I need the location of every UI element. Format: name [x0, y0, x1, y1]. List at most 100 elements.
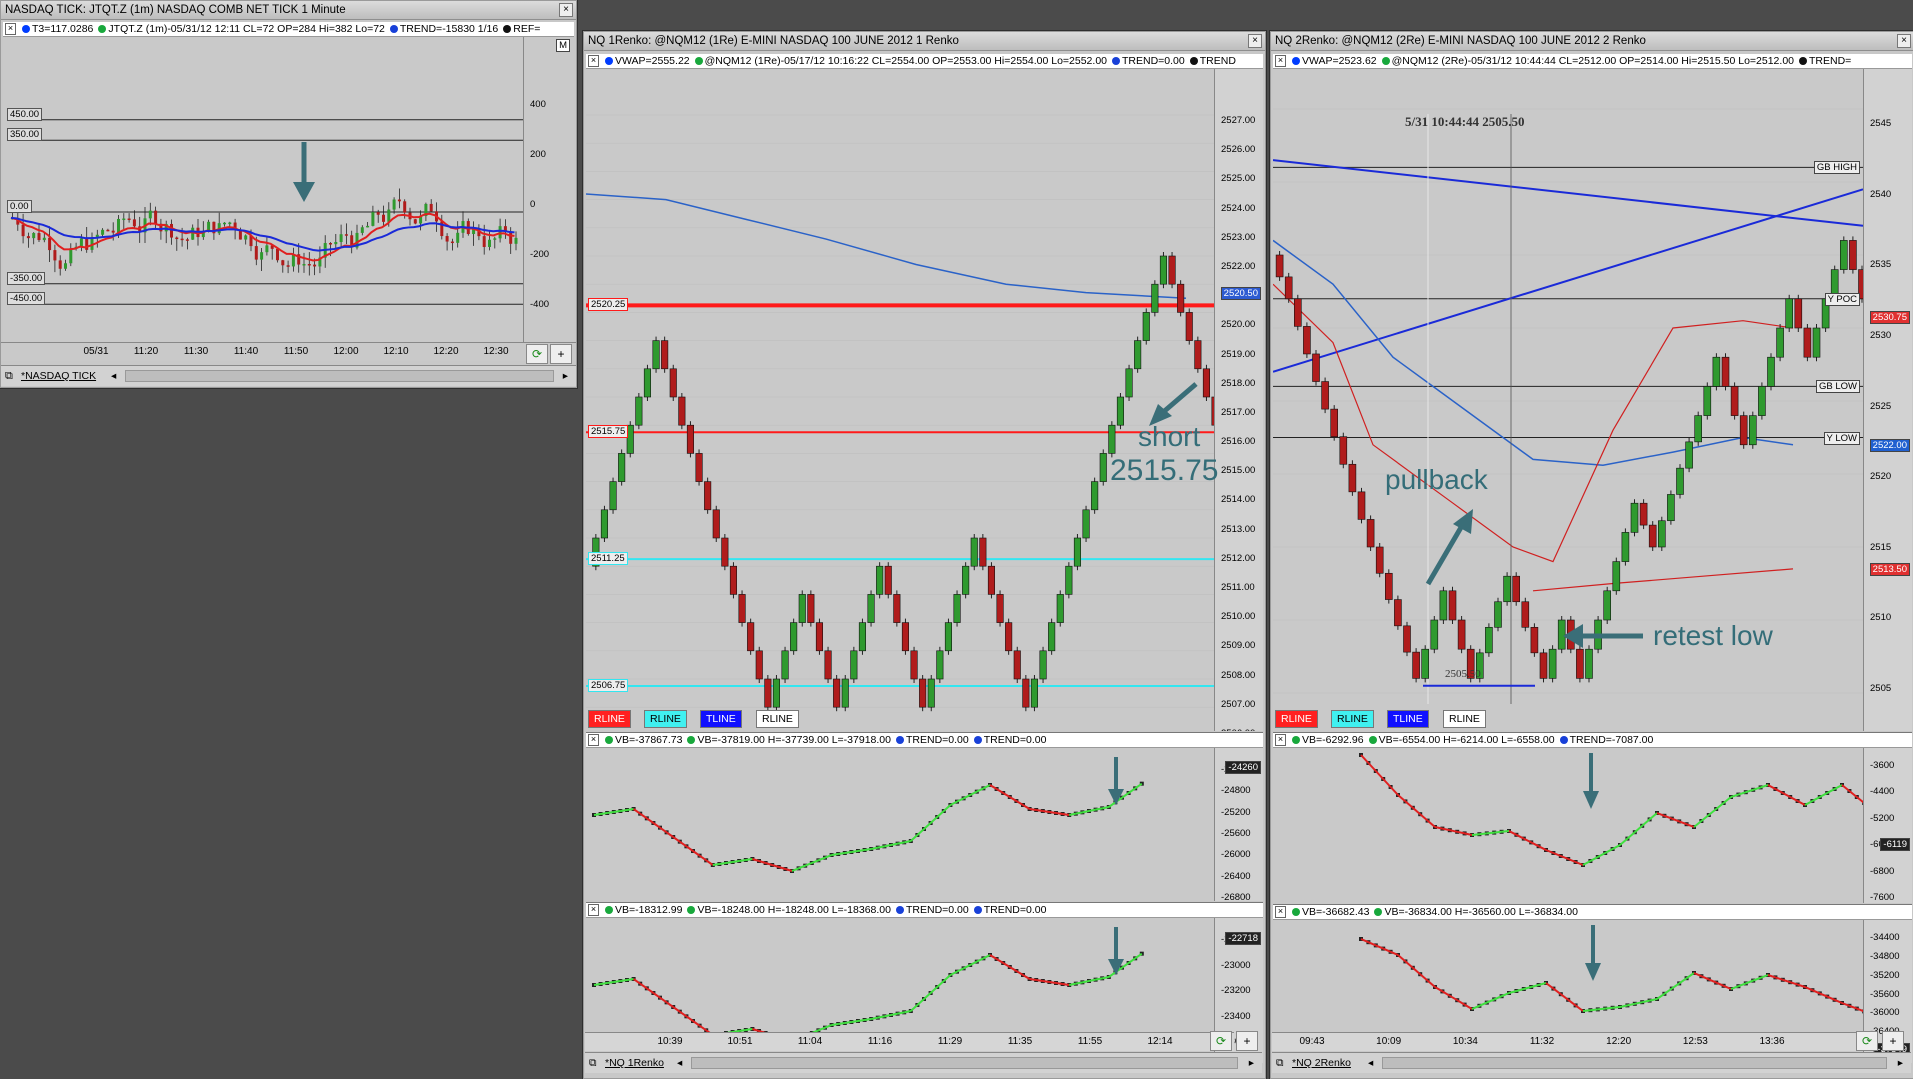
up-brick	[1503, 575, 1511, 603]
tick-price-plot[interactable]	[3, 22, 574, 342]
rline-button[interactable]: RLINE	[756, 710, 799, 728]
down-brick	[893, 594, 901, 623]
vb-indicator-plot-1[interactable]	[586, 733, 1263, 901]
vb-up-segment	[1095, 977, 1103, 981]
tick-candle	[26, 236, 30, 239]
time-tick-label: 11:30	[183, 346, 209, 357]
vb-up-segment	[1678, 977, 1688, 985]
up-brick	[1603, 590, 1612, 621]
tab-strip: ⧉ *NASDAQ TICK ◂ ▸	[1, 365, 576, 386]
add-panel-button[interactable]: +	[1236, 1031, 1258, 1051]
y-tick-label: -25200	[1221, 806, 1251, 818]
vb-up-segment	[1722, 796, 1732, 804]
rline-button[interactable]: RLINE	[1275, 710, 1318, 728]
tick-candle	[53, 250, 57, 261]
tick-candle	[413, 219, 417, 224]
time-tick-label: 11:20	[133, 346, 159, 357]
window-tab[interactable]: *NASDAQ TICK	[21, 368, 96, 384]
horizontal-scrollbar[interactable]	[691, 1057, 1238, 1069]
y-tick-label: 2527.00	[1221, 115, 1256, 126]
rline-button[interactable]: RLINE	[1443, 710, 1486, 728]
vb-down-segment	[1560, 993, 1569, 1001]
window-title-bar[interactable]: NQ 2Renko: @NQM12 (2Re) E-MINI NASDAQ 10…	[1271, 32, 1913, 51]
scroll-left-icon[interactable]: ◂	[677, 1055, 682, 1071]
rline-button[interactable]: RLINE	[1331, 710, 1374, 728]
vb-up-segment	[626, 808, 634, 811]
down-brick	[833, 678, 841, 708]
level-label: Y POC	[1824, 292, 1860, 306]
vb-y-axis-1: -3600-4400-5200-6000-6800-7600	[1863, 748, 1912, 903]
refresh-button[interactable]: ⟳	[526, 344, 548, 364]
vb-down-segment	[1404, 800, 1414, 809]
vb-up-segment	[607, 811, 614, 814]
vb-down-segment	[1404, 960, 1414, 969]
vb-up-segment	[824, 1024, 832, 1029]
scroll-right-icon[interactable]: ▸	[563, 368, 568, 384]
scroll-left-icon[interactable]: ◂	[1368, 1055, 1373, 1071]
down-brick	[712, 509, 720, 539]
vb-indicator-plot-1[interactable]	[1273, 733, 1912, 903]
window-tab[interactable]: *NQ 1Renko	[605, 1055, 664, 1071]
nq-1renko-window[interactable]: NQ 1Renko: @NQM12 (1Re) E-MINI NASDAQ 10…	[583, 31, 1266, 1079]
vb-up-segment	[844, 1021, 852, 1024]
time-tick-label: 12:53	[1682, 1036, 1708, 1047]
vb-down-segment	[666, 831, 674, 838]
time-tick-label: 10:39	[657, 1036, 683, 1047]
down-brick	[1721, 356, 1730, 387]
vb-up-segment	[1634, 825, 1643, 833]
down-brick	[1648, 524, 1657, 548]
nasdaq-tick-window[interactable]: NASDAQ TICK: JTQT.Z (1m) NASDAQ COMB NET…	[0, 0, 577, 388]
vb-up-segment	[613, 980, 621, 983]
vb-down-segment	[672, 836, 681, 843]
vb-up-segment	[620, 979, 628, 982]
tick-candle	[180, 238, 184, 241]
renko2-price-panel[interactable]: × VWAP=2523.62 @NQM12 (2Re)-05/31/12 10:4…	[1273, 54, 1912, 731]
window-tab[interactable]: *NQ 2Renko	[1292, 1055, 1351, 1071]
horizontal-scrollbar[interactable]	[125, 370, 554, 382]
vb-up-segment	[745, 858, 753, 861]
close-icon[interactable]: ×	[1897, 34, 1911, 48]
rline-button[interactable]: RLINE	[644, 710, 687, 728]
rline-button[interactable]: TLINE	[1387, 710, 1429, 728]
close-icon[interactable]: ×	[1248, 34, 1262, 48]
scroll-right-icon[interactable]: ▸	[1249, 1055, 1254, 1071]
tick-candle	[69, 248, 73, 264]
rline-button[interactable]: TLINE	[700, 710, 742, 728]
vb-up-segment	[884, 1014, 892, 1018]
window-tab-icon: ⧉	[5, 370, 13, 382]
window-title-bar[interactable]: NQ 1Renko: @NQM12 (1Re) E-MINI NASDAQ 10…	[584, 32, 1265, 51]
tick-candle	[175, 237, 179, 240]
lower-red-line	[1532, 568, 1794, 592]
tick-candle	[58, 260, 62, 269]
tab-strip: ⧉ *NQ 1Renko ◂ ▸	[585, 1052, 1262, 1073]
close-icon[interactable]: ×	[559, 3, 573, 17]
vb-down-segment	[1574, 1004, 1584, 1012]
rline-button[interactable]: RLINE	[588, 710, 631, 728]
up-brick	[962, 565, 970, 595]
m-badge[interactable]: M	[556, 39, 570, 52]
vb-up-segment	[620, 809, 628, 812]
renko2-vb-panel-1[interactable]: × VB=-6292.96 VB=-6554.00 H=-6214.00 L=-6…	[1273, 732, 1912, 903]
vb-up-segment	[1082, 810, 1090, 814]
y-tick-label: -5200	[1870, 812, 1895, 824]
renko1-vb-panel-1[interactable]: × VB=-37867.73 VB=-37819.00 H=-37739.00 L…	[586, 732, 1263, 901]
vb-up-segment	[1088, 978, 1096, 982]
tick-chart-panel[interactable]: × T3=117.0286 JTQT.Z (1m)-05/31/12 12:11 …	[3, 22, 574, 342]
refresh-button[interactable]: ⟳	[1856, 1031, 1878, 1051]
down-brick	[1202, 368, 1211, 398]
scroll-right-icon[interactable]: ▸	[1898, 1055, 1903, 1071]
scroll-left-icon[interactable]: ◂	[111, 368, 116, 384]
horizontal-scrollbar[interactable]	[1382, 1057, 1887, 1069]
nq-2renko-window[interactable]: NQ 2Renko: @NQM12 (2Re) E-MINI NASDAQ 10…	[1270, 31, 1913, 1079]
add-panel-button[interactable]: +	[1882, 1031, 1904, 1051]
down-brick	[1194, 340, 1202, 370]
refresh-button[interactable]: ⟳	[1210, 1031, 1232, 1051]
window-title-bar[interactable]: NASDAQ TICK: JTQT.Z (1m) NASDAQ COMB NET…	[1, 1, 576, 20]
y-tick-label: 2510	[1870, 612, 1892, 624]
up-brick	[1030, 678, 1039, 708]
add-panel-button[interactable]: +	[550, 344, 572, 364]
renko1-price-panel[interactable]: × VWAP=2555.22 @NQM12 (1Re)-05/17/12 10:1…	[586, 54, 1263, 731]
renko1-price-plot[interactable]	[586, 54, 1263, 731]
down-brick	[884, 565, 892, 595]
annotation-retest-low: retest low	[1653, 620, 1773, 651]
